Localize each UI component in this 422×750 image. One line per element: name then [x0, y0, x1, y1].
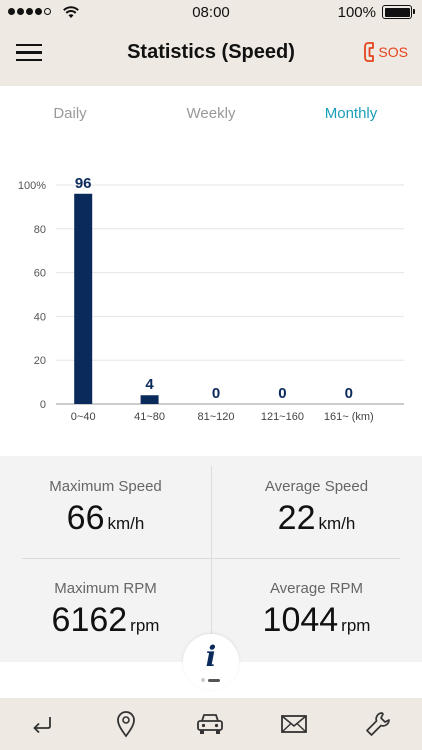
y-tick-label: 0: [40, 399, 46, 411]
x-tick-label: 161~ (km): [324, 411, 374, 423]
avg-rpm-value: 1044: [262, 601, 339, 639]
car-icon: [197, 714, 223, 734]
service-button[interactable]: [346, 698, 410, 750]
y-tick-label: 100%: [18, 180, 46, 192]
bar: [140, 395, 159, 404]
avg-speed-unit: km/h: [318, 514, 356, 533]
max-rpm-value: 6162: [51, 601, 128, 639]
page-title: Statistics (Speed): [127, 41, 295, 63]
info-button-container: i: [183, 634, 239, 690]
data-label: 96: [75, 175, 92, 192]
speed-distribution-chart: 0 20 40 60 80 100% 96 0~40 4 41~80 0 81~120 0 121~160…: [18, 175, 404, 423]
max-speed-stat: Maximum Speed 66 km/h: [0, 478, 211, 538]
battery-percentage: 100%: [337, 4, 376, 21]
bar: [74, 193, 93, 404]
x-tick-label: 81~120: [197, 411, 234, 423]
return-button[interactable]: [10, 698, 74, 750]
x-tick-label: 0~40: [71, 411, 96, 423]
data-label: 0: [278, 385, 286, 402]
info-icon[interactable]: i: [183, 634, 239, 674]
phone-icon: [364, 42, 375, 62]
max-speed-unit: km/h: [107, 514, 145, 533]
y-tick-label: 40: [34, 311, 46, 323]
messages-button[interactable]: [262, 698, 326, 750]
max-rpm-label: Maximum RPM: [54, 580, 157, 597]
stats-divider-horizontal: [22, 558, 400, 559]
location-pin-icon: [117, 711, 135, 738]
data-label: 0: [345, 385, 353, 402]
max-speed-label: Maximum Speed: [49, 478, 162, 495]
return-icon: [33, 717, 51, 734]
max-rpm-stat: Maximum RPM 6162 rpm: [0, 580, 211, 640]
avg-rpm-stat: Average RPM 1044 rpm: [211, 580, 422, 640]
max-rpm-unit: rpm: [130, 616, 160, 635]
tab-monthly[interactable]: Monthly: [281, 105, 421, 122]
wrench-icon: [366, 712, 390, 736]
battery-icon: [382, 5, 415, 19]
vehicle-button[interactable]: [178, 698, 242, 750]
page-indicator: [201, 678, 220, 682]
status-bar: 08:00 100%: [0, 0, 422, 24]
avg-speed-stat: Average Speed 22 km/h: [211, 478, 422, 538]
avg-rpm-unit: rpm: [341, 616, 371, 635]
data-label: 4: [145, 376, 154, 393]
avg-speed-value: 22: [277, 499, 316, 537]
navigation-bar: Statistics (Speed) SOS: [0, 24, 422, 86]
avg-rpm-label: Average RPM: [269, 580, 364, 597]
data-label: 0: [212, 385, 220, 402]
avg-speed-label: Average Speed: [264, 478, 369, 495]
tab-weekly[interactable]: Weekly: [141, 105, 281, 122]
y-tick-label: 20: [34, 355, 46, 367]
x-tick-label: 41~80: [134, 411, 165, 423]
mail-icon: [281, 715, 307, 733]
stats-panel: Maximum Speed 66 km/h Average Speed 22 km/…: [0, 456, 422, 662]
sos-label: SOS: [378, 44, 408, 60]
max-speed-value: 66: [66, 499, 105, 537]
tab-daily[interactable]: Daily: [0, 105, 140, 122]
y-tick-label: 80: [34, 224, 46, 236]
period-tabs: Daily Weekly Monthly: [0, 86, 422, 142]
sos-button[interactable]: SOS: [363, 41, 408, 63]
bottom-navigation: [0, 698, 422, 750]
location-button[interactable]: [94, 698, 158, 750]
y-tick-label: 60: [34, 268, 46, 280]
x-tick-label: 121~160: [261, 411, 304, 423]
